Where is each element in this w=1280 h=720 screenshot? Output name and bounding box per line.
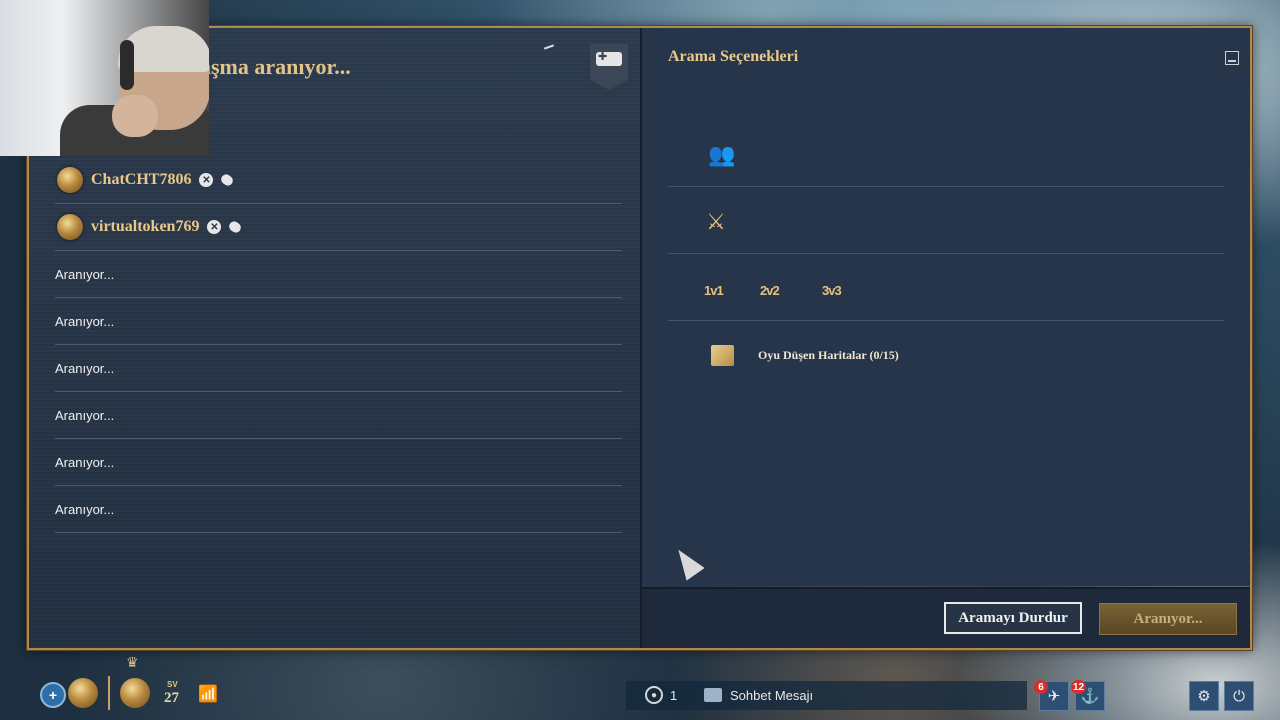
chat-bar[interactable] — [626, 681, 1027, 710]
option-row-mode — [668, 188, 1224, 254]
searching-button: Aranıyor... — [1099, 603, 1237, 635]
power-button[interactable]: ⏻ — [1224, 681, 1254, 711]
rank-medal-icon[interactable] — [120, 678, 150, 708]
gear-icon: ⚙ — [1197, 688, 1211, 705]
party-count: 1 — [670, 688, 678, 703]
searching-slot: Aranıyor... — [55, 345, 622, 392]
team-size-option[interactable]: 1v1 — [704, 279, 724, 301]
controller-plus-icon — [596, 50, 622, 66]
xbox-icon: ✕ — [199, 173, 214, 187]
party-icon[interactable]: ● — [645, 686, 663, 704]
options-title: Arama Seçenekleri — [668, 48, 799, 65]
profile-medal-icon[interactable] — [68, 678, 98, 708]
alerts-badge: 6 — [1034, 680, 1048, 694]
player-name: ChatCHT7806 — [91, 171, 192, 188]
settings-button[interactable]: ⚙ — [1189, 681, 1219, 711]
people-icon[interactable]: 👥 — [707, 140, 737, 170]
sv-label: SV — [167, 680, 178, 689]
controller-icon — [227, 219, 244, 235]
divider — [108, 676, 110, 710]
player-row[interactable]: ChatCHT7806 ✕ — [55, 157, 622, 204]
option-row-players — [668, 121, 1224, 187]
maps-label[interactable]: Oyu Düşen Haritalar (0/15) — [758, 348, 899, 363]
player-row[interactable]: virtualtoken769 ✕ — [55, 204, 622, 251]
messages-badge: 12 — [1071, 680, 1087, 694]
power-icon: ⏻ — [1233, 687, 1245, 705]
add-friend-button[interactable]: + — [40, 682, 66, 708]
xbox-icon: ✕ — [207, 220, 222, 234]
lobby-title: aşma aranıyor... — [200, 54, 351, 79]
connection-icon: 📶 — [198, 686, 218, 703]
webcam-overlay — [0, 0, 209, 156]
chat-input[interactable]: Sohbet Mesajı — [730, 688, 813, 703]
minimize-icon[interactable] — [1225, 51, 1239, 65]
map-icon[interactable] — [711, 345, 734, 366]
sv-value: 27 — [164, 690, 179, 706]
searching-slot: Aranıyor... — [55, 486, 622, 533]
player-name: virtualtoken769 — [91, 218, 200, 235]
searching-slot: Aranıyor... — [55, 298, 622, 345]
rank-medal-icon — [57, 214, 83, 240]
crown-icon: ♛ — [126, 654, 139, 670]
team-size-option[interactable]: 3v3 — [822, 279, 842, 301]
team-size-option[interactable]: 2v2 — [760, 279, 780, 301]
option-row-team-size — [668, 255, 1224, 321]
searching-slot: Aranıyor... — [55, 392, 622, 439]
stop-search-button[interactable]: Aramayı Durdur — [944, 602, 1082, 634]
rank-medal-icon — [57, 167, 83, 193]
controller-icon — [219, 172, 236, 188]
searching-slot: Aranıyor... — [55, 251, 622, 298]
crossed-swords-icon[interactable]: ⚔ — [701, 207, 731, 237]
headphones — [120, 40, 134, 90]
searching-slot: Aranıyor... — [55, 439, 622, 486]
chat-icon — [704, 688, 722, 702]
